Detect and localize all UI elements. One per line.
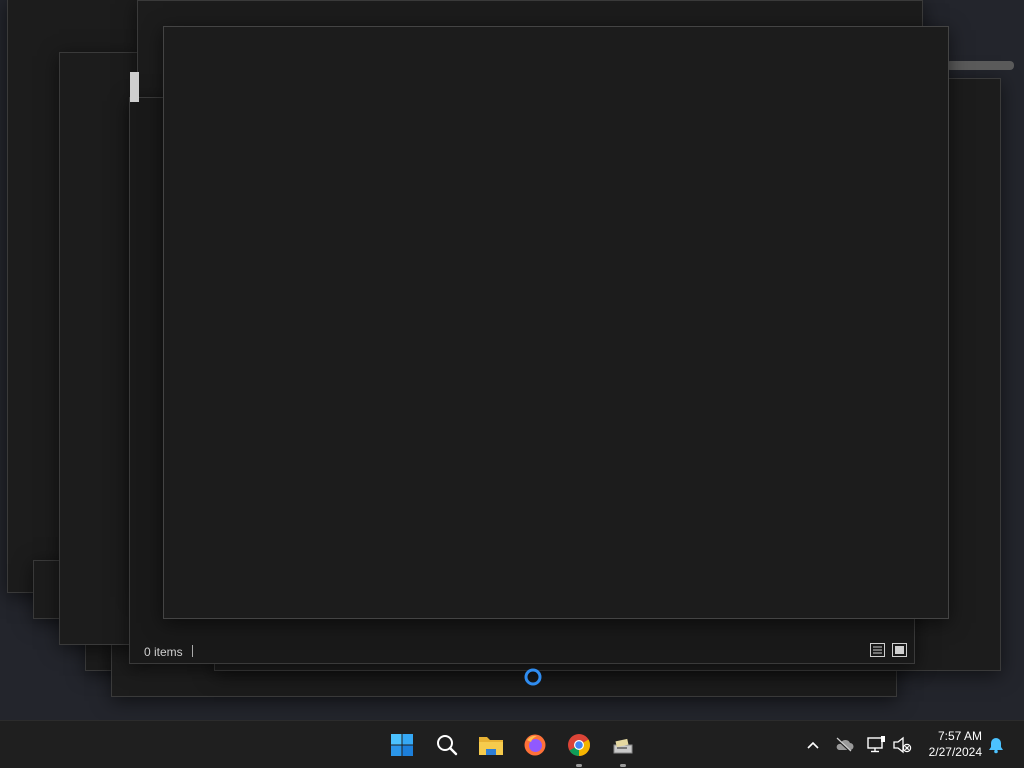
notification-bell-icon: [989, 738, 1003, 754]
status-item-count: 0 items: [144, 645, 183, 659]
windows-start-icon: [391, 734, 413, 756]
running-indicator: [576, 764, 582, 767]
volume-tray-button[interactable]: [892, 735, 912, 755]
firefox-icon: [524, 734, 546, 756]
volume-muted-icon: [893, 736, 912, 754]
clock-time: 7:57 AM: [937, 729, 982, 743]
network-icon: [867, 736, 885, 753]
chevron-up-icon: [807, 741, 819, 749]
taskbar: 7:57 AM 2/27/2024: [0, 720, 1024, 768]
busy-cursor-icon: [523, 667, 543, 687]
onedrive-offline-icon: [836, 737, 854, 753]
details-view-button[interactable]: [870, 643, 885, 657]
firefox-taskbar-button[interactable]: [519, 729, 551, 761]
installer-icon: [613, 738, 633, 754]
taskbar-clock[interactable]: 7:57 AM 2/27/2024: [929, 728, 982, 760]
background-window-5[interactable]: [59, 52, 139, 645]
installer-taskbar-button[interactable]: [607, 729, 639, 767]
running-indicator: [620, 764, 626, 767]
start-button[interactable]: [386, 729, 418, 761]
notification-button[interactable]: [986, 735, 1006, 755]
tiles-view-icon: [892, 643, 907, 657]
desktop: 0 items: [0, 0, 1024, 720]
details-view-icon: [870, 643, 885, 657]
search-button[interactable]: [431, 729, 463, 761]
foreground-window[interactable]: [163, 26, 949, 619]
search-icon: [437, 735, 458, 756]
window-scrollbar[interactable]: [946, 61, 1014, 70]
chrome-icon: [568, 734, 590, 756]
status-divider: [192, 645, 193, 657]
tiles-view-button[interactable]: [892, 643, 907, 657]
onedrive-tray-button[interactable]: [834, 735, 854, 755]
clock-date: 2/27/2024: [928, 745, 982, 759]
file-explorer-scroll-thumb[interactable]: [130, 72, 139, 102]
chrome-taskbar-button[interactable]: [563, 729, 595, 767]
folder-icon: [479, 737, 503, 755]
show-hidden-icons-button[interactable]: [803, 735, 823, 755]
network-tray-button[interactable]: [866, 735, 886, 755]
file-explorer-taskbar-button[interactable]: [475, 729, 507, 761]
